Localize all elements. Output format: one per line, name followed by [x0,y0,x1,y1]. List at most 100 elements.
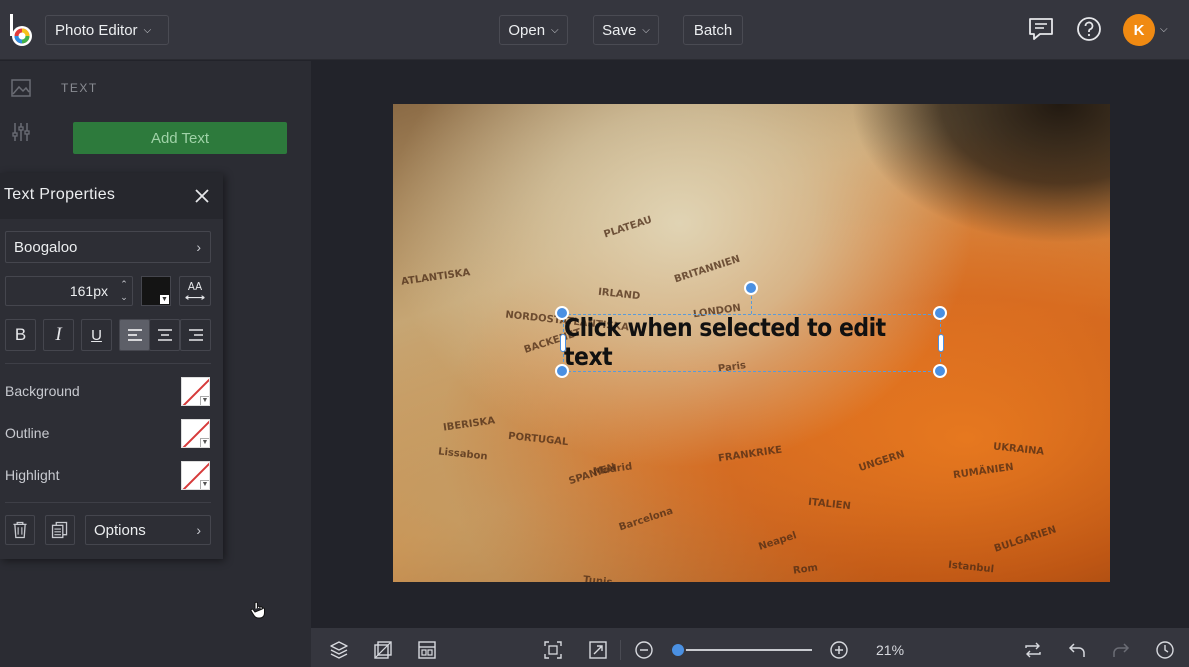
open-label: Open [508,21,546,39]
bold-button[interactable]: B [5,319,36,351]
resize-handle-left[interactable] [560,334,566,352]
align-center-icon [157,329,172,341]
map-label: IBERISKA [442,415,496,434]
text-layer-content[interactable]: Click when selected to edit text [564,311,940,375]
delete-button[interactable] [5,515,35,545]
map-label: PLATEAU [602,214,654,241]
resize-handle-top-right[interactable] [933,306,947,320]
map-label: Lissabon [437,446,489,463]
section-title: TEXT [61,81,98,95]
layers-icon[interactable] [329,640,349,660]
background-label: Background [5,383,80,399]
actual-size-icon[interactable] [588,640,608,660]
batch-button[interactable]: Batch [683,15,743,45]
font-size-input[interactable]: 161px [5,276,133,306]
map-label: BRITANNIEN [672,253,742,286]
outline-label: Outline [5,425,50,441]
dropdown-icon: ▼ [200,480,209,489]
fit-to-screen-icon[interactable] [543,640,563,660]
zoom-slider-track[interactable] [670,649,812,651]
panel-header: Text Properties [0,173,223,219]
flip-icon[interactable] [1023,640,1043,660]
zoom-out-icon[interactable] [634,640,654,660]
chevron-down-icon[interactable]: ⌄ [117,291,131,304]
save-label: Save [602,21,637,39]
redo-icon [1113,643,1130,657]
batch-label: Batch [693,21,733,39]
options-label: Options [94,521,146,539]
hand-cursor-icon [250,601,265,619]
app-name: Photo Editor [55,21,138,39]
chevron-up-icon[interactable]: ⌃ [117,278,131,291]
chevron-down-icon: ⌵ [551,24,559,36]
map-label: IRLAND [597,286,641,303]
chevron-down-icon: ⌵ [143,24,152,36]
text-spacing-button[interactable]: AA [179,276,211,306]
map-label: Istanbul [947,559,995,576]
image-icon[interactable] [10,77,32,99]
font-size-stepper[interactable]: ⌃ ⌄ [117,278,131,304]
resize-handle-top-left[interactable] [555,306,569,320]
font-selector[interactable]: Boogaloo › [5,231,211,263]
map-label: PORTUGAL [507,430,569,449]
history-icon[interactable] [1155,640,1175,660]
close-icon[interactable] [193,187,211,205]
trash-icon [13,521,27,539]
adjust-icon[interactable] [10,121,32,143]
divider [5,502,211,503]
photo-shadow [850,104,1110,244]
resize-handle-bottom-left[interactable] [555,364,569,378]
align-left-icon [127,329,142,341]
bold-label: B [14,325,27,344]
underline-button[interactable]: U [81,319,112,351]
text-properties-panel: Text Properties Boogaloo › 161px ⌃ ⌄ ▼ A… [0,173,223,559]
layout-icon[interactable] [417,640,437,660]
open-button[interactable]: Open ⌵ [499,15,568,45]
undo-icon[interactable] [1067,640,1087,660]
italic-label: I [55,324,62,345]
align-left-button[interactable] [119,319,150,351]
map-label: ITALIEN [807,496,852,513]
zoom-slider-handle[interactable] [670,642,686,658]
italic-button[interactable]: I [43,319,74,351]
befunky-logo[interactable] [8,14,36,48]
zoom-in-icon[interactable] [829,640,849,660]
dropdown-icon: ▼ [160,295,169,304]
chat-icon[interactable] [1028,16,1054,42]
options-button[interactable]: Options › [85,515,211,545]
rotate-stem [751,296,752,314]
add-text-button[interactable]: Add Text [73,122,287,154]
highlight-color-swatch[interactable]: ▼ [181,461,210,490]
map-label: Rom [792,562,819,577]
background-color-swatch[interactable]: ▼ [181,377,210,406]
bottom-toolbar [311,628,1189,667]
chevron-right-icon: › [196,522,201,538]
map-label: Madrid [592,461,633,478]
align-right-button[interactable] [180,319,211,351]
outline-color-swatch[interactable]: ▼ [181,419,210,448]
resize-handle-bottom-right[interactable] [933,364,947,378]
map-label: Barcelona [617,505,675,534]
map-label: Neapel [757,530,799,553]
divider [620,640,621,660]
user-avatar[interactable]: K [1123,14,1155,46]
align-center-button[interactable] [149,319,180,351]
text-layer[interactable]: Click when selected to edit text [563,314,941,372]
underline-label: U [91,326,102,344]
top-bar: Photo Editor ⌵ Open ⌵ Save ⌵ Batch K ⌵ [0,0,1189,60]
save-button[interactable]: Save ⌵ [593,15,659,45]
help-icon[interactable] [1076,16,1102,42]
rotate-handle[interactable] [744,281,758,295]
resize-handle-right[interactable] [938,334,944,352]
map-label: Tunis [582,574,613,582]
app-selector[interactable]: Photo Editor ⌵ [45,15,169,45]
font-name: Boogaloo [14,238,78,256]
transform-icon[interactable] [373,640,393,660]
font-size-unit: px [93,283,108,299]
chevron-down-icon[interactable]: ⌵ [1160,24,1168,35]
text-color-swatch[interactable]: ▼ [141,276,171,306]
map-label: UKRAINA [992,441,1045,458]
align-right-icon [188,329,203,341]
map-label: RUMÄNIEN [952,461,1015,482]
duplicate-button[interactable] [45,515,75,545]
